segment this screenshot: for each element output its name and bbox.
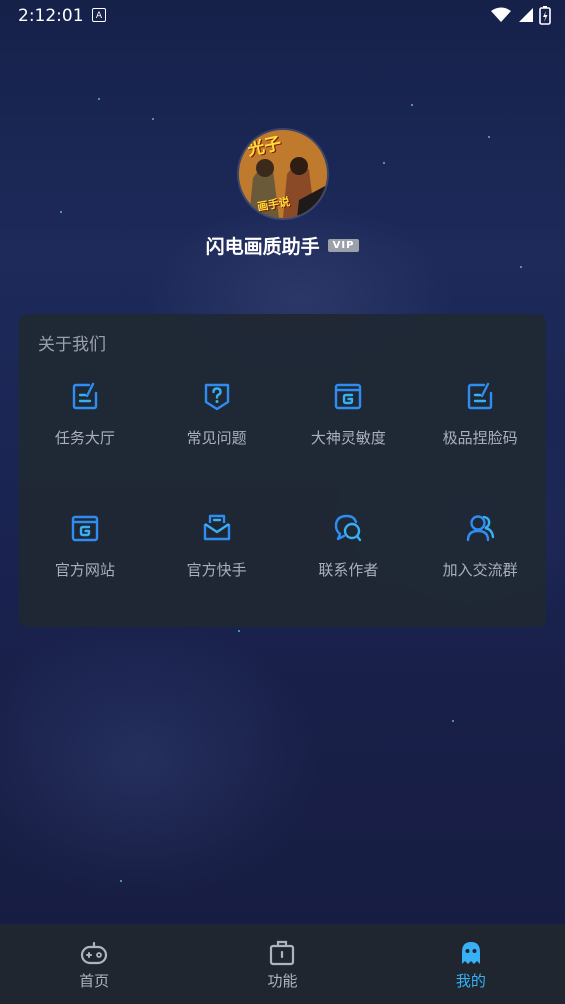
toolbox-icon bbox=[270, 940, 295, 966]
app-name: 闪电画质助手 bbox=[205, 236, 320, 258]
cell-label: 任务大厅 bbox=[54, 429, 115, 447]
cell-label: 极品捏脸码 bbox=[442, 429, 518, 447]
ghost-avatar-icon bbox=[461, 942, 480, 964]
bottom-tab-bar: 首页 功能 我的 bbox=[0, 924, 565, 1004]
join-group-button[interactable]: 加入交流群 bbox=[414, 512, 546, 594]
avatar[interactable]: 光子 画手说 bbox=[238, 130, 327, 218]
edit-note-icon bbox=[72, 382, 98, 410]
about-us-card: 关于我们 任务大厅 常见问题 大神灵敏度 极品捏脸码 官方网站 官方快手 联系作… bbox=[19, 314, 546, 627]
status-icons bbox=[491, 5, 551, 25]
faq-button[interactable]: 常见问题 bbox=[151, 380, 283, 462]
gamepad-icon bbox=[81, 941, 108, 965]
status-bar: 2:12:01 A bbox=[0, 0, 565, 32]
tab-label: 我的 bbox=[455, 972, 486, 990]
status-time: 2:12:01 bbox=[18, 6, 84, 26]
group-users-icon bbox=[466, 515, 495, 542]
contact-author-button[interactable]: 联系作者 bbox=[283, 512, 415, 594]
wifi-icon bbox=[491, 7, 511, 22]
signal-icon bbox=[519, 8, 533, 22]
cell-label: 联系作者 bbox=[318, 561, 379, 579]
cell-label: 大神灵敏度 bbox=[310, 429, 386, 447]
star-decoration bbox=[520, 266, 522, 268]
card-title: 关于我们 bbox=[38, 335, 106, 355]
tab-home[interactable]: 首页 bbox=[0, 924, 188, 1004]
name-row: 闪电画质助手 VIP bbox=[0, 232, 565, 259]
pro-sensitivity-button[interactable]: 大神灵敏度 bbox=[283, 380, 415, 462]
g-window-icon bbox=[71, 515, 99, 542]
tab-label: 功能 bbox=[267, 972, 298, 990]
task-hall-button[interactable]: 任务大厅 bbox=[19, 380, 151, 462]
official-website-button[interactable]: 官方网站 bbox=[19, 512, 151, 594]
star-decoration bbox=[152, 118, 154, 120]
about-grid: 任务大厅 常见问题 大神灵敏度 极品捏脸码 官方网站 官方快手 联系作者 加入交… bbox=[19, 380, 546, 594]
tab-label: 首页 bbox=[79, 972, 110, 990]
cell-label: 常见问题 bbox=[186, 429, 247, 447]
envelope-icon bbox=[203, 514, 230, 541]
cell-label: 官方快手 bbox=[186, 561, 247, 579]
star-decoration bbox=[98, 98, 100, 100]
cell-label: 加入交流群 bbox=[442, 561, 518, 579]
question-shield-icon bbox=[204, 383, 229, 411]
chat-bubble-icon bbox=[335, 514, 362, 542]
star-decoration bbox=[238, 630, 240, 632]
g-window-icon bbox=[335, 383, 362, 410]
profile-header: 光子 画手说 闪电画质助手 VIP bbox=[0, 130, 565, 259]
tab-mine[interactable]: 我的 bbox=[377, 924, 565, 1004]
vip-badge: VIP bbox=[327, 239, 360, 252]
star-decoration bbox=[452, 720, 454, 722]
notification-icon: A bbox=[92, 8, 106, 22]
cell-label: 官方网站 bbox=[54, 561, 115, 579]
battery-icon bbox=[539, 6, 551, 25]
face-code-button[interactable]: 极品捏脸码 bbox=[414, 380, 546, 462]
official-kuaishou-button[interactable]: 官方快手 bbox=[151, 512, 283, 594]
star-decoration bbox=[120, 880, 122, 882]
star-decoration bbox=[411, 104, 413, 106]
tab-features[interactable]: 功能 bbox=[188, 924, 376, 1004]
edit-note-icon bbox=[467, 382, 493, 410]
